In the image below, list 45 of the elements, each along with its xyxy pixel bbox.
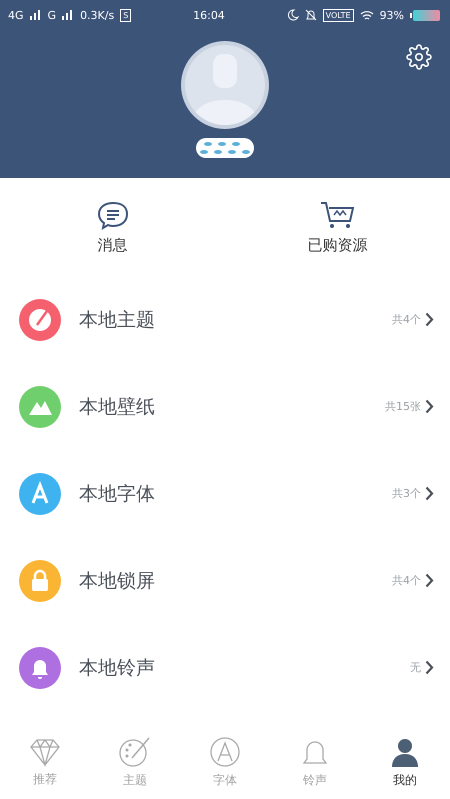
quick-action-label: 已购资源 [308, 236, 368, 254]
quick-action[interactable]: 已购资源 [225, 200, 450, 254]
chevron-icon [425, 312, 434, 327]
network-indicator: G [48, 8, 56, 22]
volte-indicator: VOLTE [322, 8, 354, 22]
name-pattern-icon [196, 138, 254, 158]
menu-label: 本地壁纸 [79, 394, 156, 420]
item-count: 共4个 [392, 573, 421, 588]
item-count: 共15张 [385, 399, 421, 414]
network-speed: 0.3K/s [80, 8, 114, 22]
menu-row[interactable]: 本地字体 共3个 [0, 450, 450, 537]
chevron-icon [425, 573, 434, 588]
menu-label: 本地铃声 [79, 656, 156, 680]
status-time: 16:04 [193, 8, 225, 22]
signal-icon [30, 10, 42, 20]
letter-icon [209, 736, 241, 768]
network-indicator: 4G [8, 8, 24, 22]
quick-action[interactable]: 消息 [0, 200, 225, 254]
chevron-icon [425, 486, 434, 501]
item-count: 共4个 [392, 312, 421, 327]
diamond-icon [28, 736, 62, 766]
chevron-icon [425, 660, 434, 675]
signal-icon [62, 10, 74, 20]
wifi-icon [360, 10, 374, 20]
muted-bell-icon [304, 9, 317, 21]
menu-label: 本地锁屏 [79, 568, 156, 594]
menu-row[interactable]: 本地壁纸 共15张 [0, 363, 450, 450]
battery-icon [410, 10, 440, 20]
menu-label: 本地主题 [79, 308, 156, 332]
menu-row[interactable]: 本地锁屏 共4个 [0, 537, 450, 624]
chevron-icon [425, 399, 434, 414]
moon-icon [286, 9, 299, 21]
menu-label: 本地字体 [79, 482, 156, 506]
menu-row[interactable]: 本地铃声 无 [0, 624, 450, 711]
quick-action-label: 消息 [98, 236, 128, 254]
cart-icon [318, 200, 356, 230]
item-count: 无 [410, 660, 421, 675]
palette-icon [118, 736, 152, 768]
menu-row[interactable]: 本地主题 共4个 [0, 276, 450, 363]
app-badge: S [120, 8, 132, 22]
nav-tab[interactable]: 我的 [360, 736, 450, 788]
chat-bubble-icon [96, 200, 130, 230]
item-count: 共3个 [392, 486, 421, 501]
settings-icon[interactable] [406, 44, 432, 70]
battery-percent: 93% [380, 8, 404, 22]
